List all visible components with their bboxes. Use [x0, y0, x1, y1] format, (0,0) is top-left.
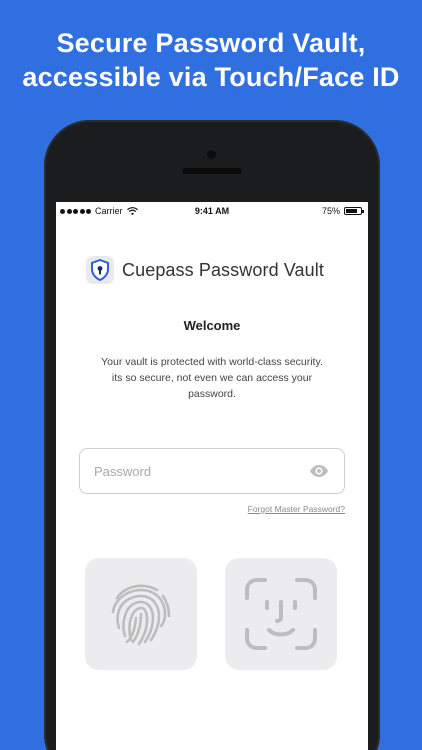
battery-icon	[344, 207, 364, 215]
phone-frame: Carrier 9:41 AM 75% Cuepass Password Vau…	[44, 120, 380, 750]
headline-line-2: accessible via Touch/Face ID	[22, 62, 400, 92]
fingerprint-icon	[111, 584, 171, 646]
security-description: Your vault is protected with world-class…	[101, 356, 323, 400]
headline-line-1: Secure Password Vault,	[56, 28, 366, 58]
eye-icon[interactable]	[308, 460, 330, 482]
touch-id-button[interactable]	[85, 558, 197, 670]
app-screen: Carrier 9:41 AM 75% Cuepass Password Vau…	[56, 202, 368, 750]
app-branding: Cuepass Password Vault	[86, 256, 324, 284]
battery-percent: 75%	[321, 206, 340, 216]
face-id-icon	[245, 578, 317, 650]
forgot-password-link[interactable]: Forgot Master Password?	[248, 504, 345, 514]
earpiece-speaker	[182, 168, 242, 174]
password-input[interactable]	[94, 463, 308, 479]
face-id-button[interactable]	[225, 558, 337, 670]
status-bar: Carrier 9:41 AM 75%	[56, 202, 368, 220]
password-field[interactable]	[79, 448, 345, 494]
shield-keyhole-icon	[86, 256, 114, 284]
front-camera	[207, 150, 216, 159]
welcome-heading: Welcome	[183, 318, 241, 333]
promo-headline: Secure Password Vault, accessible via To…	[0, 26, 422, 94]
app-name: Cuepass Password Vault	[122, 259, 324, 280]
